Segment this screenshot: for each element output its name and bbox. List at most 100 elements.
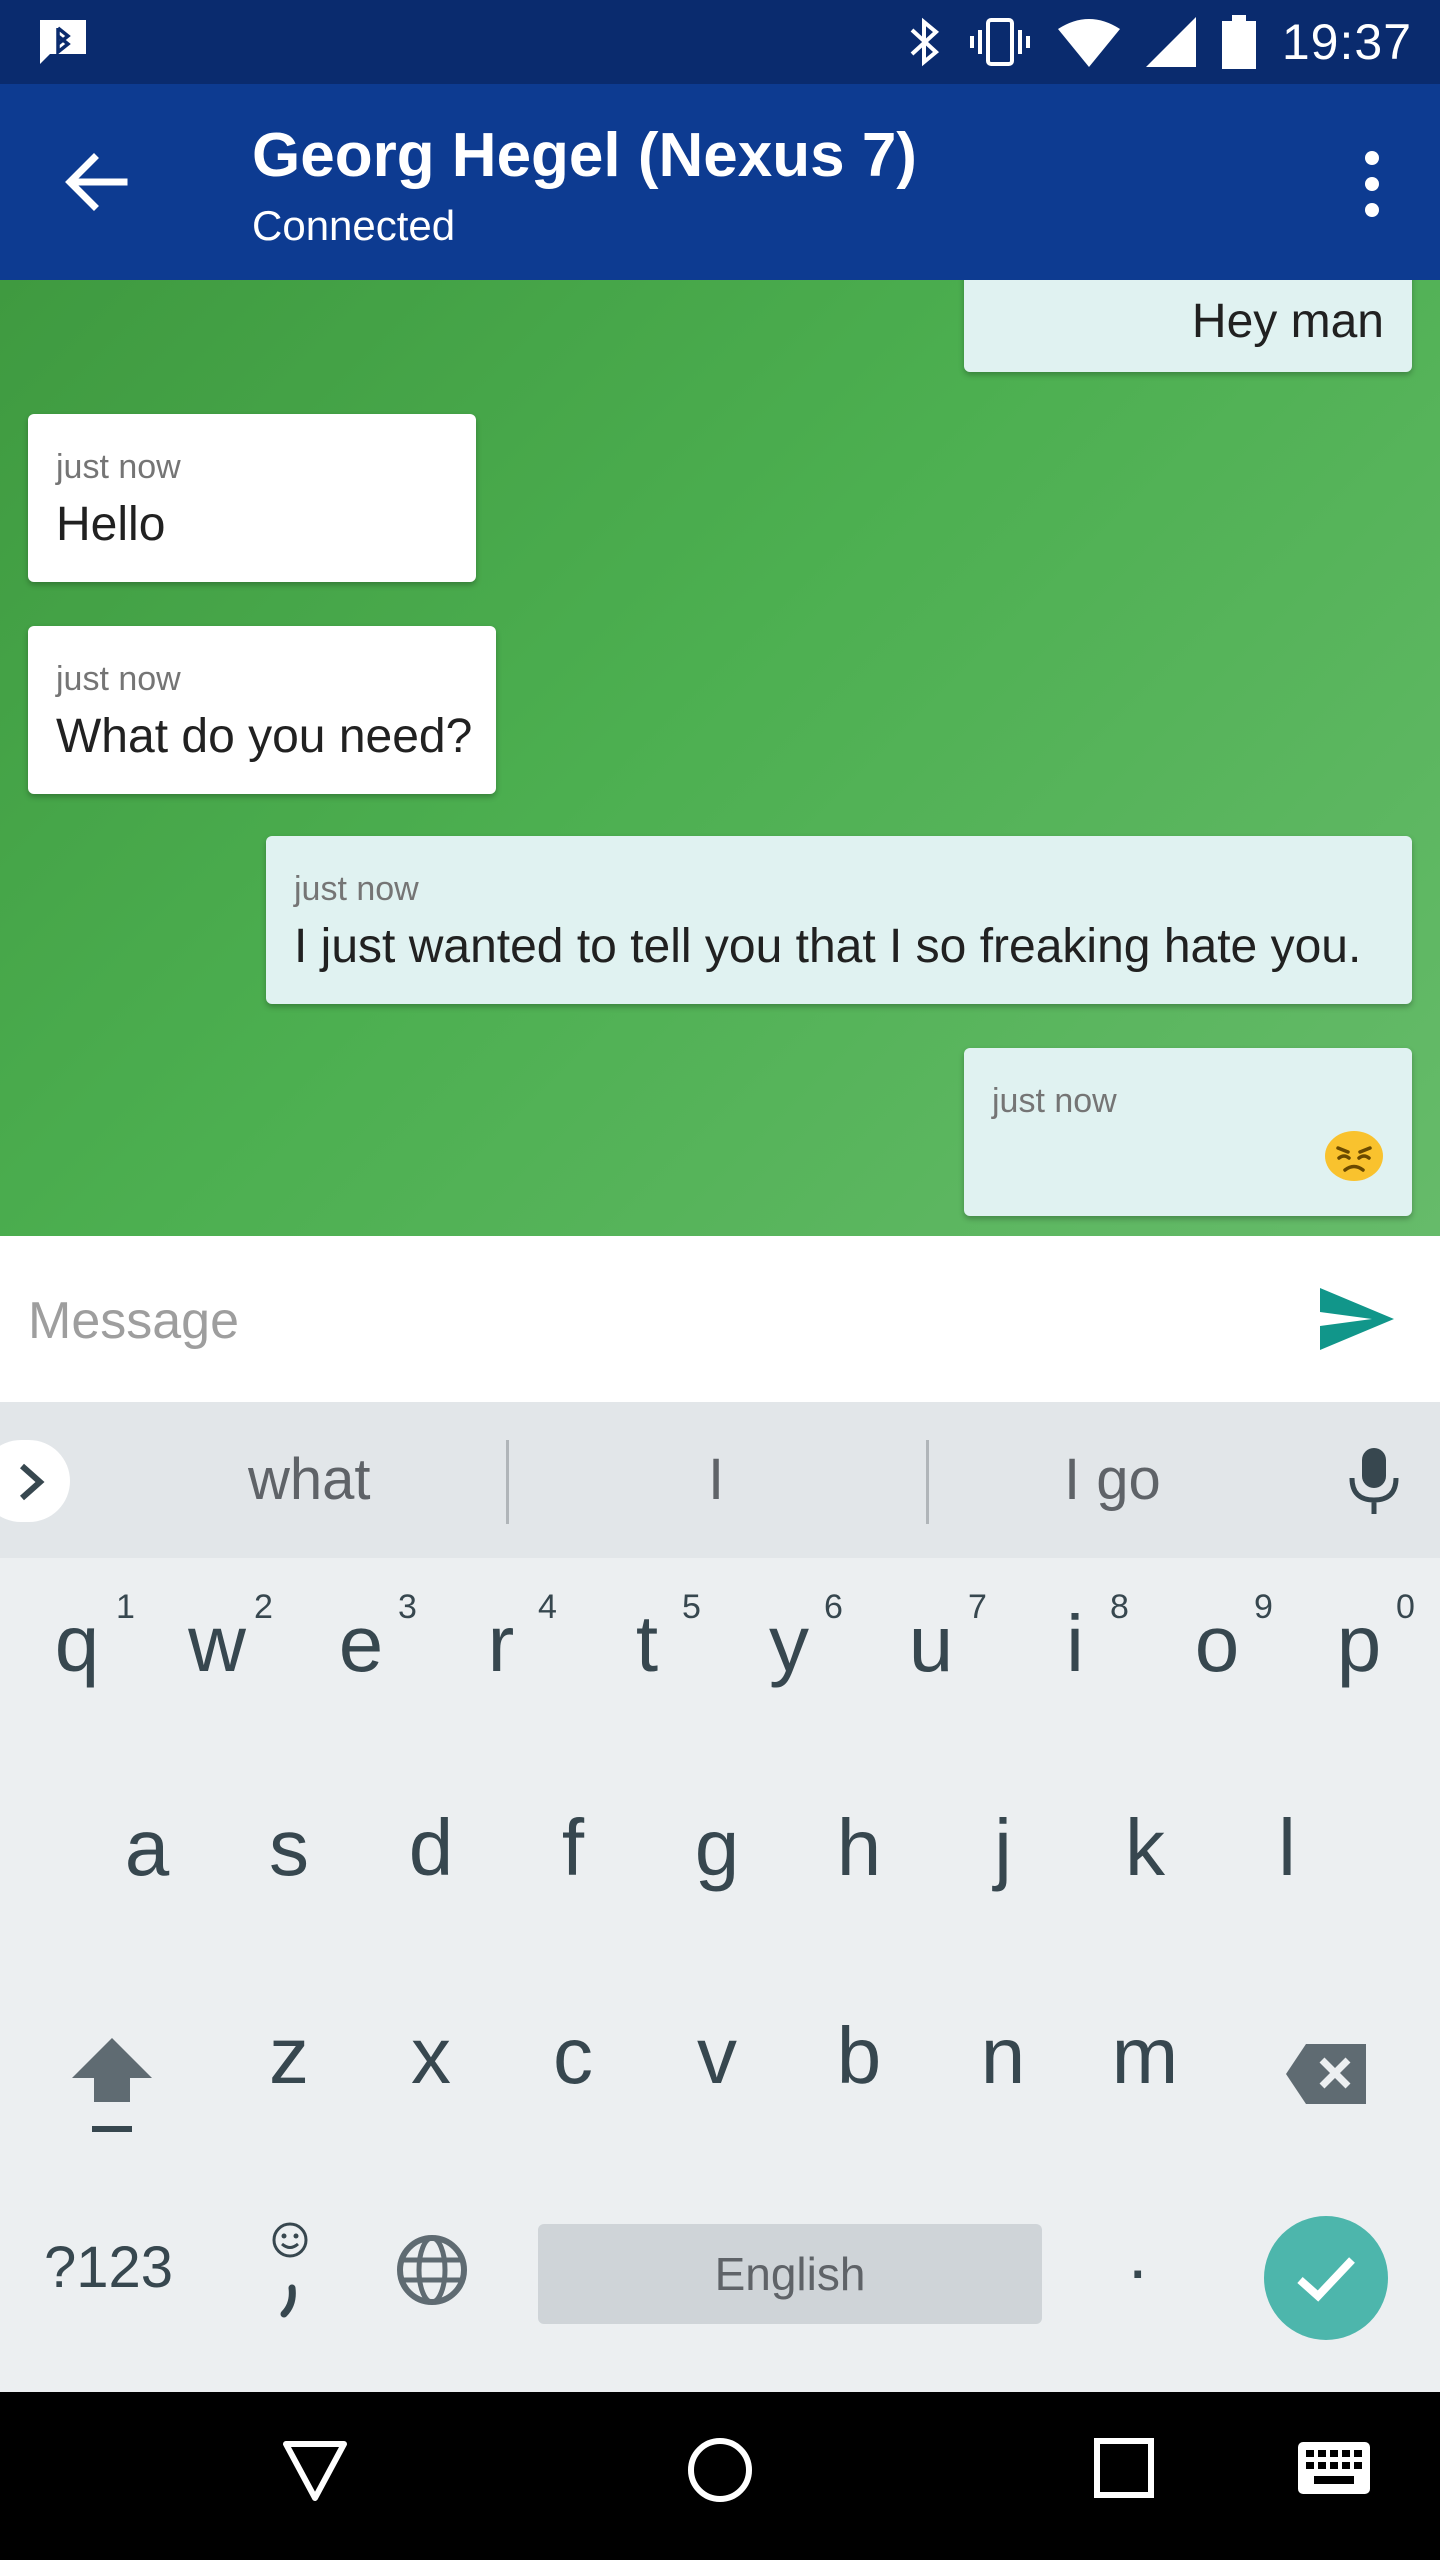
space-bar[interactable]: English xyxy=(538,2224,1042,2324)
back-arrow-icon[interactable] xyxy=(60,146,132,218)
key-u[interactable]: u7 xyxy=(886,1588,987,1690)
key-e[interactable]: e3 xyxy=(316,1588,417,1690)
key-w[interactable]: w2 xyxy=(172,1588,273,1690)
clock: 19:37 xyxy=(1281,14,1412,70)
send-icon[interactable] xyxy=(1316,1278,1398,1360)
key-hint: 7 xyxy=(968,1588,987,1626)
key-label: y xyxy=(769,1599,809,1688)
suggestion-item[interactable]: I xyxy=(708,1446,724,1513)
back-nav-icon[interactable] xyxy=(280,2436,350,2504)
emoji-comma-key[interactable] xyxy=(270,2220,310,2330)
message-text: Hey man xyxy=(1191,295,1384,348)
key-label: p xyxy=(1336,1599,1382,1688)
message-bubble[interactable]: just now Hello xyxy=(28,414,476,582)
key-a[interactable]: a xyxy=(102,1802,192,1894)
key-j[interactable]: j xyxy=(958,1802,1048,1894)
suggestion-item[interactable]: I go xyxy=(1064,1446,1161,1513)
backspace-icon[interactable] xyxy=(1284,2042,1368,2106)
wifi-icon xyxy=(1057,19,1120,67)
key-s[interactable]: s xyxy=(244,1802,334,1894)
key-label: r xyxy=(487,1599,515,1688)
key-hint: 4 xyxy=(538,1588,557,1626)
key-r[interactable]: r4 xyxy=(456,1588,557,1690)
key-hint: 6 xyxy=(824,1588,843,1626)
key-h[interactable]: h xyxy=(814,1802,904,1894)
key-label: q xyxy=(54,1599,100,1688)
chat-area[interactable]: Hey man just now Hello just now What do … xyxy=(0,280,1440,1236)
navigation-bar xyxy=(0,2392,1440,2560)
key-m[interactable]: m xyxy=(1100,2010,1190,2102)
key-x[interactable]: x xyxy=(386,2010,476,2102)
message-input[interactable] xyxy=(28,1276,1268,1366)
cell-signal-icon xyxy=(1145,17,1196,67)
message-text: I just wanted to tell you that I so frea… xyxy=(294,920,1362,973)
key-b[interactable]: b xyxy=(814,2010,904,2102)
check-icon xyxy=(1297,2257,1355,2302)
key-c[interactable]: c xyxy=(528,2010,618,2102)
conversation-title: Georg Hegel (Nexus 7) xyxy=(252,121,917,190)
keyboard-switch-icon[interactable] xyxy=(1298,2442,1370,2494)
key-hint: 3 xyxy=(398,1588,417,1626)
expand-suggestions-button[interactable] xyxy=(0,1440,70,1522)
key-d[interactable]: d xyxy=(386,1802,476,1894)
status-bar: 19:37 xyxy=(0,0,1440,84)
message-bubble[interactable]: just now xyxy=(964,1048,1412,1216)
key-o[interactable]: o9 xyxy=(1172,1588,1273,1690)
key-label: i xyxy=(1066,1599,1084,1688)
app-bar: Georg Hegel (Nexus 7) Connected xyxy=(0,84,1440,280)
chevron-right-icon xyxy=(20,1463,45,1501)
key-n[interactable]: n xyxy=(958,2010,1048,2102)
symbols-key[interactable]: ?123 xyxy=(44,2234,173,2301)
key-k[interactable]: k xyxy=(1100,1802,1190,1894)
key-y[interactable]: y6 xyxy=(744,1588,843,1690)
key-hint: 9 xyxy=(1254,1588,1273,1626)
key-hint: 5 xyxy=(682,1588,701,1626)
key-hint: 8 xyxy=(1110,1588,1129,1626)
key-label: o xyxy=(1194,1599,1240,1688)
key-label: t xyxy=(635,1599,659,1688)
key-label: u xyxy=(908,1599,954,1688)
divider xyxy=(506,1440,509,1524)
message-text: Hello xyxy=(56,498,166,551)
key-hint: 0 xyxy=(1396,1588,1415,1626)
bluetooth-notification-icon xyxy=(40,20,86,64)
key-v[interactable]: v xyxy=(672,2010,762,2102)
key-p[interactable]: p0 xyxy=(1314,1588,1415,1690)
key-g[interactable]: g xyxy=(672,1802,762,1894)
key-i[interactable]: i8 xyxy=(1030,1588,1129,1690)
key-label: e xyxy=(338,1599,384,1688)
key-l[interactable]: l xyxy=(1242,1802,1332,1894)
period-key[interactable]: . xyxy=(1128,2214,1147,2294)
key-hint: 1 xyxy=(116,1588,135,1626)
vibrate-icon xyxy=(969,18,1030,66)
key-label: w xyxy=(188,1599,246,1688)
soft-keyboard: what I I go q1 w2 e3 r4 t5 y6 u7 i8 o9 p… xyxy=(0,1402,1440,2392)
message-bubble[interactable]: just now What do you need? xyxy=(28,626,496,794)
recents-nav-icon[interactable] xyxy=(1092,2436,1156,2500)
message-time: just now xyxy=(992,1082,1117,1120)
key-hint: 2 xyxy=(254,1588,273,1626)
microphone-icon[interactable] xyxy=(1348,1446,1400,1516)
message-time: just now xyxy=(56,660,181,698)
key-f[interactable]: f xyxy=(528,1802,618,1894)
enter-button[interactable] xyxy=(1264,2216,1388,2340)
message-text: What do you need? xyxy=(56,710,473,763)
key-z[interactable]: z xyxy=(244,2010,334,2102)
suggestion-strip: what I I go xyxy=(0,1402,1440,1558)
angry-face-emoji xyxy=(1325,1131,1383,1181)
battery-icon xyxy=(1221,15,1256,69)
bluetooth-icon xyxy=(910,17,939,67)
more-options-icon[interactable] xyxy=(1360,148,1384,220)
shift-icon[interactable] xyxy=(70,2034,154,2138)
message-bubble[interactable]: Hey man xyxy=(964,280,1412,372)
key-q[interactable]: q1 xyxy=(32,1588,135,1690)
message-bubble[interactable]: just now I just wanted to tell you that … xyxy=(266,836,1412,1004)
globe-icon[interactable] xyxy=(396,2234,468,2306)
message-composer xyxy=(0,1236,1440,1402)
connection-status: Connected xyxy=(252,202,456,249)
key-t[interactable]: t5 xyxy=(602,1588,701,1690)
home-nav-icon[interactable] xyxy=(686,2436,754,2504)
message-time: just now xyxy=(56,448,181,486)
suggestion-item[interactable]: what xyxy=(248,1446,371,1513)
divider xyxy=(926,1440,929,1524)
